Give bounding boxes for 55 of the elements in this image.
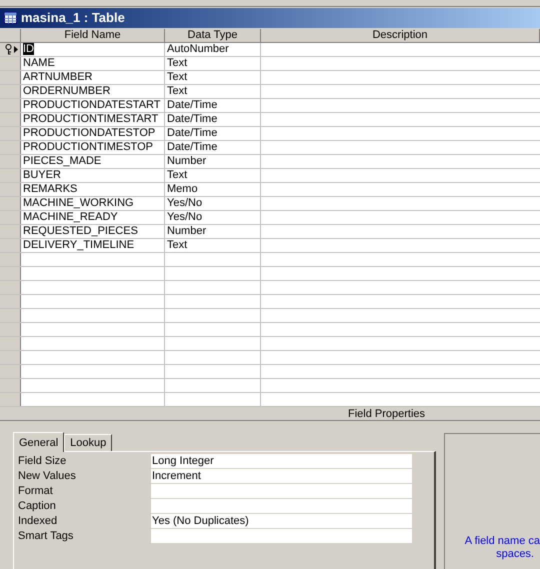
field-name-cell[interactable]: NAME <box>23 57 55 69</box>
property-field[interactable] <box>151 484 412 498</box>
data-type-cell[interactable]: Text <box>165 71 261 84</box>
field-name-cell[interactable]: MACHINE_READY <box>23 211 118 223</box>
property-label: New Values <box>18 469 77 483</box>
data-type-cell[interactable]: Date/Time <box>165 141 261 154</box>
field-name-cell[interactable]: PRODUCTIONTIMESTOP <box>23 141 153 153</box>
property-field[interactable] <box>151 499 412 513</box>
field-name-cell[interactable]: ID <box>23 43 34 55</box>
column-header[interactable]: Data Type <box>165 29 261 42</box>
field-name-cell[interactable]: BUYER <box>23 169 61 181</box>
property-label: Smart Tags <box>18 529 74 543</box>
data-type-cell[interactable]: Text <box>165 169 261 182</box>
data-type-cell[interactable]: Yes/No <box>165 197 261 210</box>
tab[interactable]: General <box>13 432 64 452</box>
data-type-cell[interactable]: Yes/No <box>165 211 261 224</box>
section-title: Field Properties <box>348 407 426 420</box>
data-type-cell[interactable]: Memo <box>165 183 261 196</box>
field-name-cell[interactable]: ARTNUMBER <box>23 71 92 83</box>
field-name-cell[interactable]: PIECES_MADE <box>23 155 102 167</box>
column-header[interactable]: Description <box>261 29 540 42</box>
data-type-cell[interactable]: Number <box>165 155 261 168</box>
row-pointer-icon <box>14 46 18 53</box>
data-type-cell[interactable]: Text <box>165 239 261 252</box>
key-icon <box>4 44 13 55</box>
window-title: masina_1 : Table <box>21 9 125 28</box>
field-name-cell[interactable]: PRODUCTIONTIMESTART <box>23 113 158 125</box>
help-text: A field name ca <box>464 535 540 548</box>
property-label: Caption <box>18 499 57 513</box>
field-name-cell[interactable]: REMARKS <box>23 183 78 195</box>
data-type-cell[interactable]: Number <box>165 225 261 238</box>
property-label: Field Size <box>18 454 68 468</box>
data-type-cell[interactable]: Text <box>165 57 261 70</box>
property-field[interactable]: Long Integer <box>151 454 412 468</box>
row-selector[interactable] <box>0 43 21 56</box>
tab[interactable]: Lookup <box>64 434 112 451</box>
data-type-cell[interactable]: AutoNumber <box>165 43 261 56</box>
property-field[interactable]: Yes (No Duplicates) <box>151 514 412 528</box>
field-name-cell[interactable]: MACHINE_WORKING <box>23 197 134 209</box>
field-name-cell[interactable]: REQUESTED_PIECES <box>23 225 138 237</box>
column-header[interactable]: Field Name <box>21 29 165 42</box>
data-type-cell[interactable]: Date/Time <box>165 113 261 126</box>
property-field[interactable]: Increment <box>151 469 412 483</box>
field-name-cell[interactable]: ORDERNUMBER <box>23 85 110 97</box>
data-type-cell[interactable]: Text <box>165 85 261 98</box>
field-name-cell[interactable]: PRODUCTIONDATESTART <box>23 99 161 111</box>
property-field[interactable] <box>151 529 412 543</box>
field-name-cell[interactable]: DELIVERY_TIMELINE <box>23 239 134 251</box>
help-text: spaces. <box>496 548 535 561</box>
property-label: Indexed <box>18 514 58 528</box>
field-name-cell[interactable]: PRODUCTIONDATESTOP <box>23 127 156 139</box>
table-icon <box>4 12 17 24</box>
data-type-cell[interactable]: Date/Time <box>165 127 261 140</box>
data-type-cell[interactable]: Date/Time <box>165 99 261 112</box>
property-label: Format <box>18 484 54 498</box>
